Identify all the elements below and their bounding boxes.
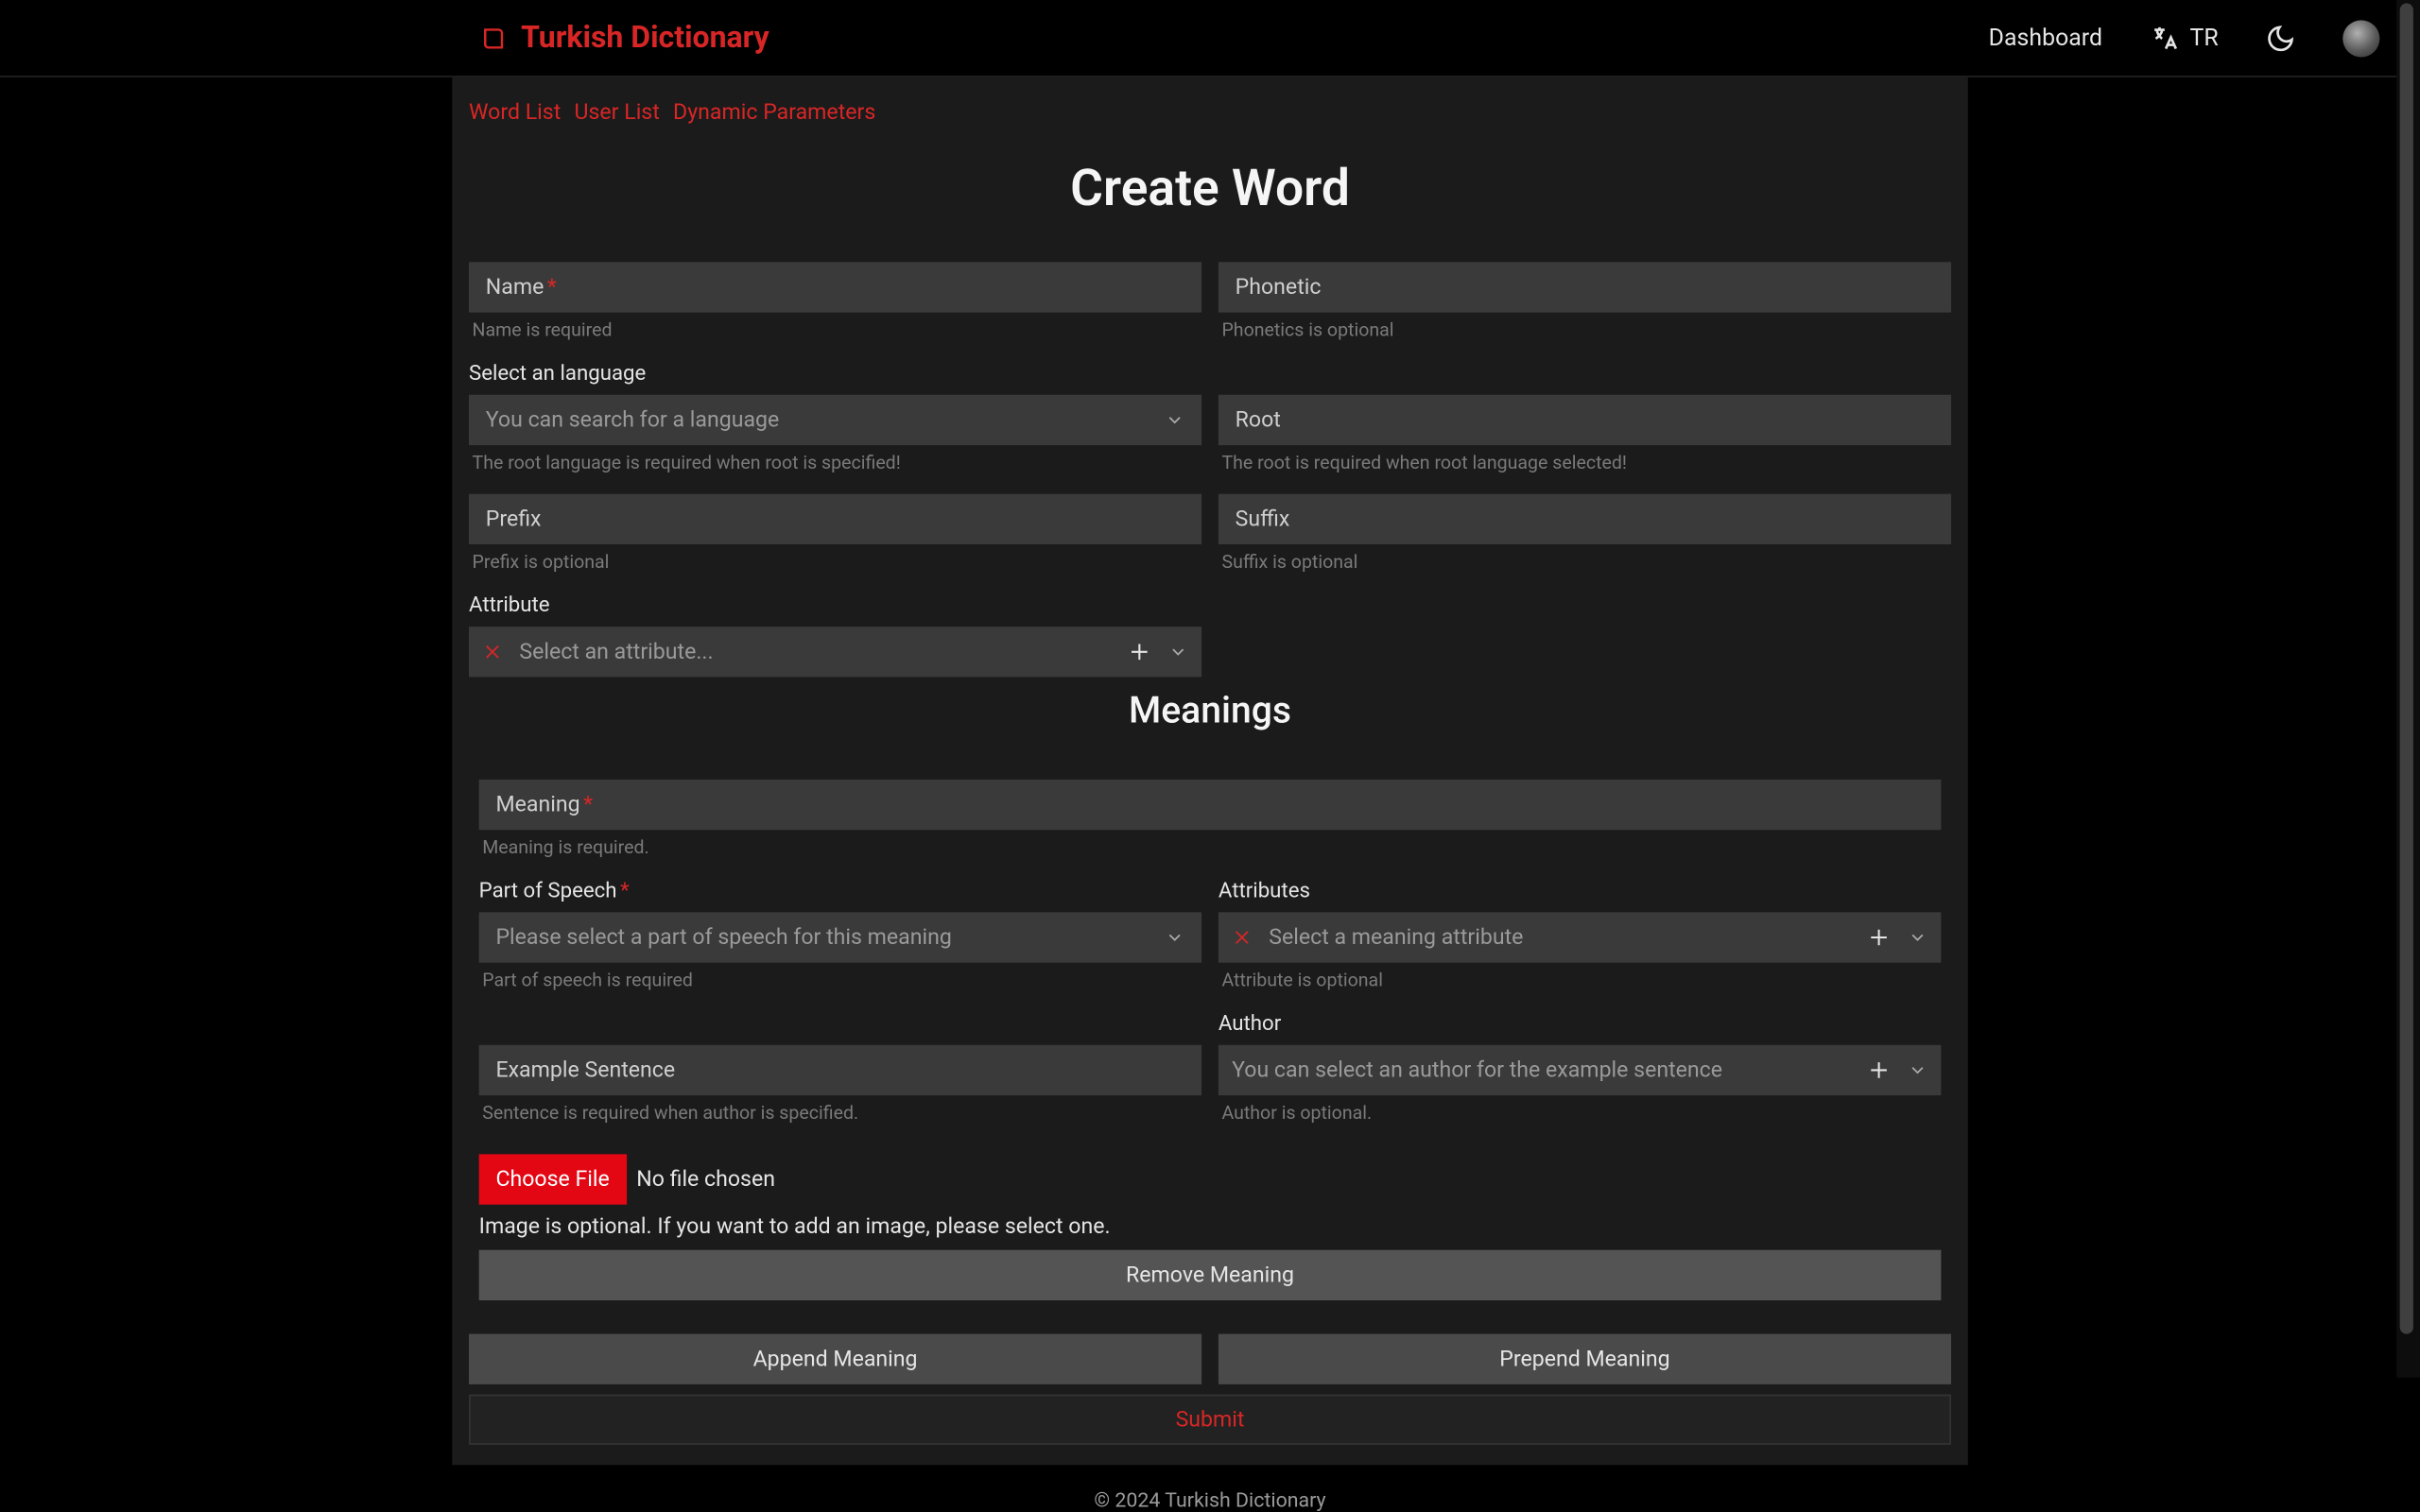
subnav-dynamic-parameters[interactable]: Dynamic Parameters bbox=[673, 101, 875, 127]
avatar[interactable] bbox=[2342, 19, 2379, 56]
author-hint: Author is optional. bbox=[1221, 1102, 1941, 1124]
phonetic-hint: Phonetics is optional bbox=[1221, 319, 1951, 341]
append-meaning-button[interactable]: Append Meaning bbox=[469, 1334, 1201, 1384]
page-title: Create Word bbox=[452, 160, 1968, 218]
prefix-label: Prefix bbox=[486, 507, 542, 532]
submit-button[interactable]: Submit bbox=[469, 1395, 1951, 1445]
language-placeholder: You can search for a language bbox=[486, 407, 779, 433]
attribute-select[interactable]: Select an attribute... bbox=[469, 627, 1201, 677]
brand-text: Turkish Dictionary bbox=[521, 20, 769, 55]
remove-meaning-button[interactable]: Remove Meaning bbox=[479, 1250, 1942, 1300]
pos-placeholder: Please select a part of speech for this … bbox=[495, 925, 951, 951]
subnav-word-list[interactable]: Word List bbox=[469, 101, 561, 127]
part-of-speech-select[interactable]: Please select a part of speech for this … bbox=[479, 912, 1201, 962]
suffix-label: Suffix bbox=[1236, 507, 1290, 532]
subnav-user-list[interactable]: User List bbox=[575, 101, 660, 127]
chevron-down-icon bbox=[1165, 410, 1184, 430]
example-label: Example Sentence bbox=[495, 1057, 675, 1083]
meaning-buttons-row: Append Meaning Prepend Meaning bbox=[452, 1311, 1968, 1384]
chevron-down-icon bbox=[1165, 927, 1184, 947]
meaning-label: Meaning bbox=[495, 792, 579, 817]
top-bar: Turkish Dictionary Dashboard TR bbox=[0, 0, 2420, 77]
name-label: Name bbox=[486, 275, 544, 301]
language-hint: The root language is required when root … bbox=[473, 452, 1202, 473]
theme-toggle[interactable] bbox=[2265, 23, 2295, 53]
nav-dashboard[interactable]: Dashboard bbox=[1989, 25, 2102, 51]
meaning-attributes-placeholder: Select a meaning attribute bbox=[1269, 925, 1850, 951]
pos-hint: Part of speech is required bbox=[482, 970, 1201, 991]
file-row: Choose File No file chosen bbox=[479, 1154, 1942, 1204]
plus-icon[interactable] bbox=[1867, 1058, 1891, 1082]
plus-icon[interactable] bbox=[1128, 640, 1151, 663]
clear-icon[interactable] bbox=[482, 642, 502, 662]
sub-nav: Word List User List Dynamic Parameters bbox=[452, 77, 1968, 127]
meaning-attributes-hint: Attribute is optional bbox=[1221, 970, 1941, 991]
book-icon bbox=[480, 25, 507, 51]
language-code: TR bbox=[2190, 25, 2219, 51]
topbar-right: Dashboard TR bbox=[1989, 19, 2380, 56]
translate-icon bbox=[2150, 23, 2180, 53]
meanings-title: Meanings bbox=[452, 691, 1968, 732]
language-switch[interactable]: TR bbox=[2150, 23, 2219, 53]
meaning-attributes-select[interactable]: Select a meaning attribute bbox=[1219, 912, 1941, 962]
plus-icon[interactable] bbox=[1867, 926, 1891, 950]
prefix-field[interactable]: Prefix bbox=[469, 494, 1201, 544]
phonetic-label: Phonetic bbox=[1236, 275, 1322, 301]
scrollbar-thumb[interactable] bbox=[2400, 4, 2413, 1334]
required-star: * bbox=[583, 792, 593, 817]
meaning-attributes-label: Attributes bbox=[1219, 879, 1941, 904]
required-star: * bbox=[547, 275, 557, 301]
image-hint: Image is optional. If you want to add an… bbox=[479, 1214, 1942, 1240]
file-status: No file chosen bbox=[636, 1167, 775, 1193]
suffix-hint: Suffix is optional bbox=[1221, 551, 1951, 573]
attribute-placeholder: Select an attribute... bbox=[519, 639, 1111, 664]
name-field[interactable]: Name* bbox=[469, 262, 1201, 312]
author-select[interactable]: You can select an author for the example… bbox=[1219, 1045, 1941, 1095]
prepend-meaning-button[interactable]: Prepend Meaning bbox=[1219, 1334, 1951, 1384]
clear-icon[interactable] bbox=[1232, 927, 1252, 947]
root-field[interactable]: Root bbox=[1219, 395, 1951, 445]
phonetic-field[interactable]: Phonetic bbox=[1219, 262, 1951, 312]
suffix-field[interactable]: Suffix bbox=[1219, 494, 1951, 544]
word-form: Name* Name is required Phonetic Phonetic… bbox=[452, 262, 1968, 677]
language-select[interactable]: You can search for a language bbox=[469, 395, 1201, 445]
example-sentence-field[interactable]: Example Sentence bbox=[479, 1045, 1201, 1095]
meaning-hint: Meaning is required. bbox=[482, 836, 1941, 858]
moon-icon bbox=[2265, 23, 2295, 53]
attribute-label: Attribute bbox=[469, 593, 1201, 619]
footer-copyright: © 2024 Turkish Dictionary bbox=[0, 1488, 2420, 1512]
root-label: Root bbox=[1236, 407, 1281, 433]
language-label: Select an language bbox=[469, 361, 1201, 387]
author-label: Author bbox=[1219, 1011, 1941, 1037]
chevron-down-icon[interactable] bbox=[1908, 927, 1927, 947]
main-panel: Word List User List Dynamic Parameters C… bbox=[452, 77, 1968, 1465]
name-hint: Name is required bbox=[473, 319, 1202, 341]
pos-label: Part of Speech* bbox=[479, 879, 1201, 904]
choose-file-button[interactable]: Choose File bbox=[479, 1154, 627, 1204]
meaning-field[interactable]: Meaning* bbox=[479, 780, 1942, 830]
chevron-down-icon[interactable] bbox=[1168, 642, 1188, 662]
chevron-down-icon[interactable] bbox=[1908, 1060, 1927, 1080]
brand[interactable]: Turkish Dictionary bbox=[480, 20, 769, 55]
meaning-card: Meaning* Meaning is required. Part of Sp… bbox=[462, 763, 1958, 1311]
root-hint: The root is required when root language … bbox=[1221, 452, 1951, 473]
author-placeholder: You can select an author for the example… bbox=[1232, 1057, 1850, 1083]
example-hint: Sentence is required when author is spec… bbox=[482, 1102, 1201, 1124]
scrollbar[interactable] bbox=[2396, 0, 2420, 1378]
prefix-hint: Prefix is optional bbox=[473, 551, 1202, 573]
